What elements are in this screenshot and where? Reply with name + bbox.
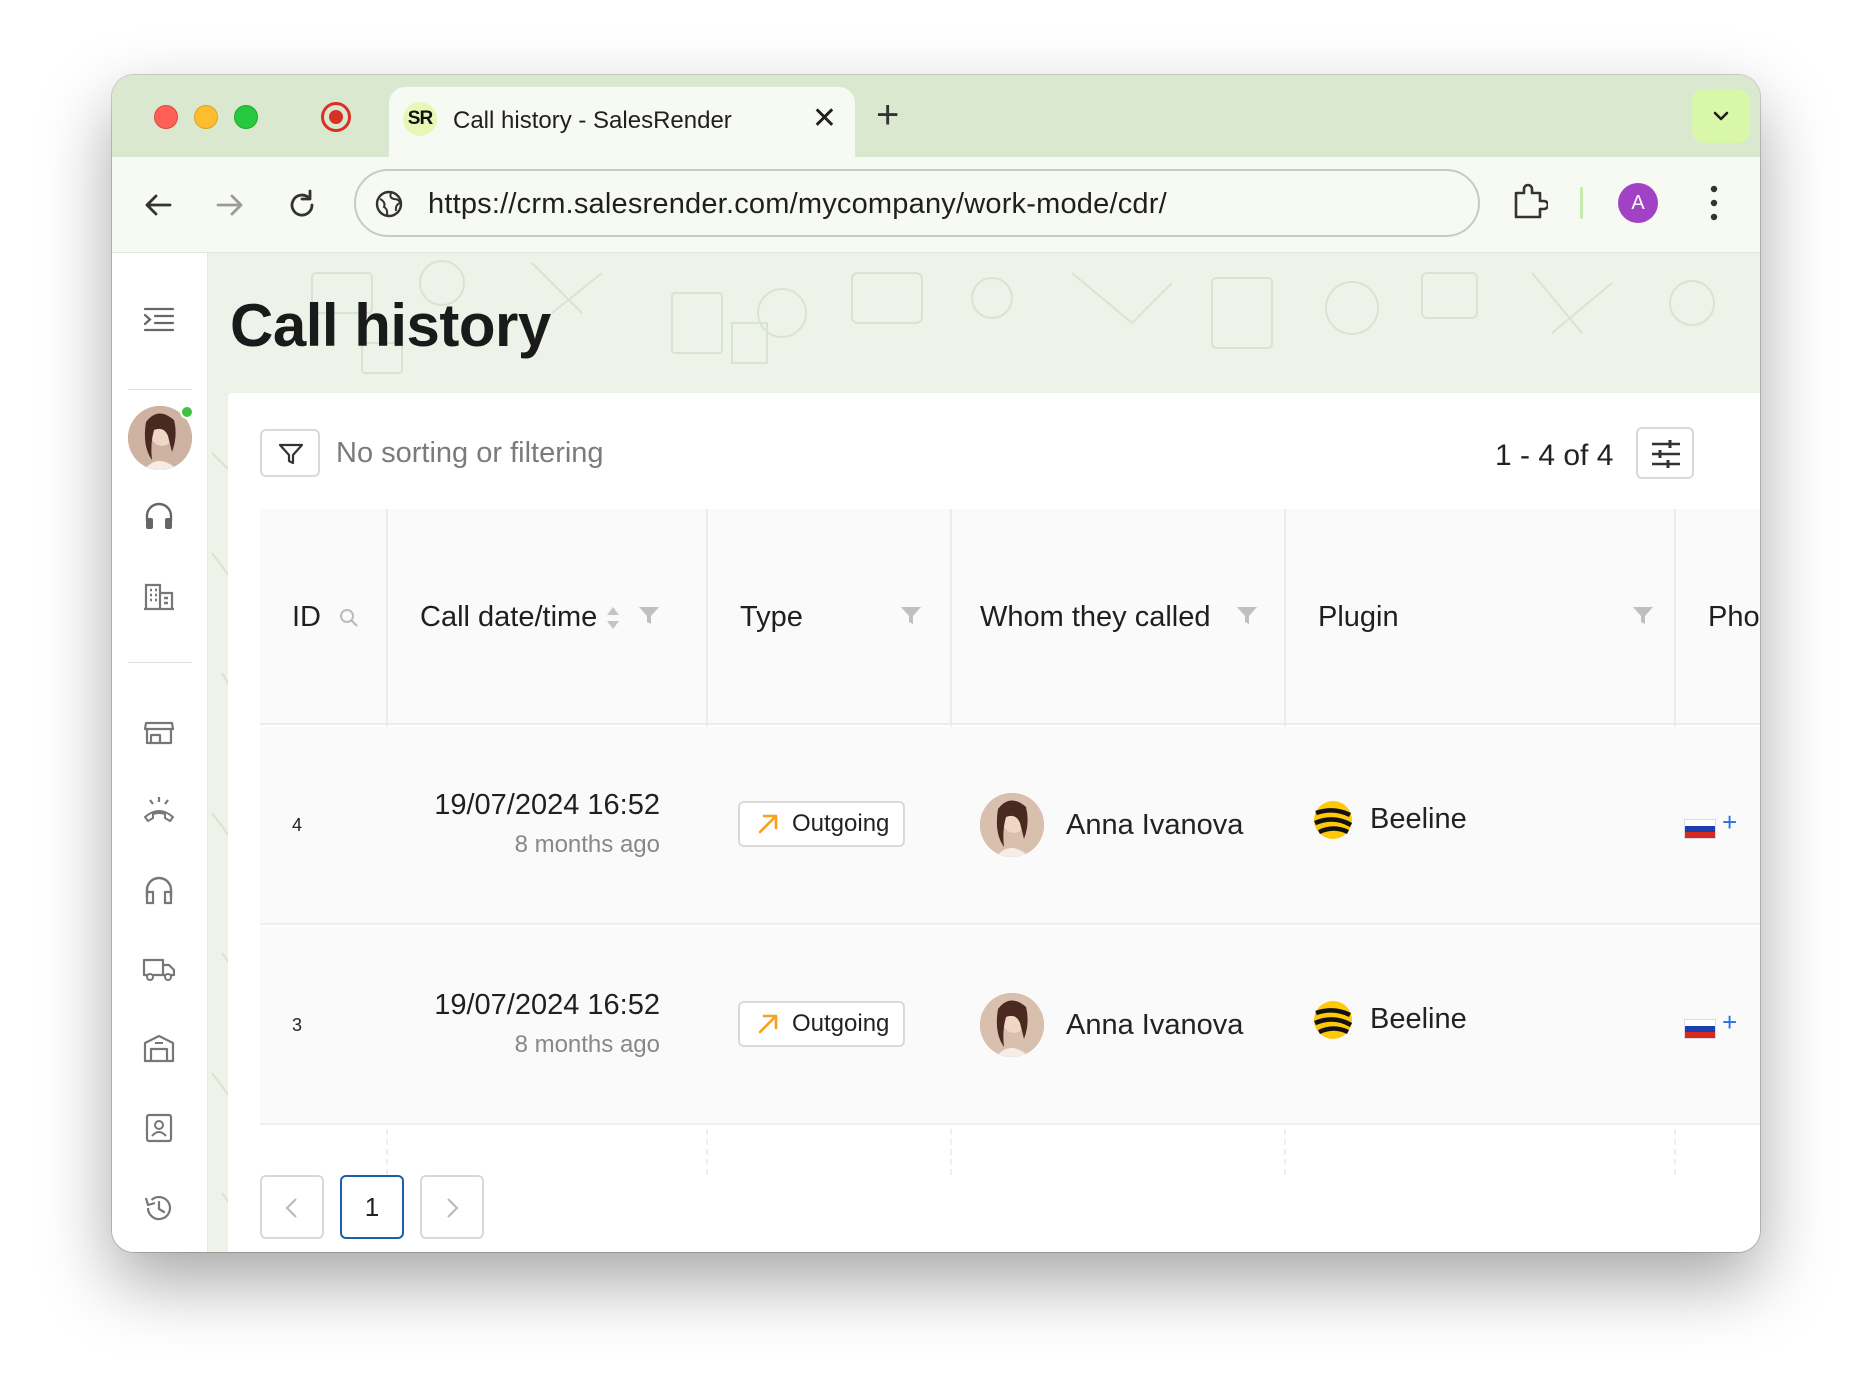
contact-card-icon[interactable] <box>142 1111 176 1145</box>
sidebar-divider <box>128 662 192 663</box>
call-date: 19/07/2024 16:52 <box>434 789 660 821</box>
forward-arrow-icon[interactable] <box>212 187 248 223</box>
headphones-icon[interactable] <box>142 873 176 907</box>
column-type[interactable]: Type <box>708 509 950 725</box>
call-date: 19/07/2024 16:52 <box>434 989 660 1021</box>
tab-call-history[interactable]: SR Call history - SalesRender ✕ <box>389 87 855 157</box>
chevron-right-icon <box>447 1198 459 1218</box>
phone-number[interactable]: + <box>1722 807 1737 838</box>
salesrender-favicon-icon: SR <box>403 102 437 136</box>
call-id: 3 <box>292 1015 303 1035</box>
column-filter-icon[interactable] <box>1632 605 1654 627</box>
phone-number[interactable]: + <box>1722 1007 1737 1038</box>
building-icon[interactable] <box>142 579 176 613</box>
call-type-tag: Outgoing <box>738 801 906 847</box>
page-title: Call history <box>230 292 551 359</box>
filter-status-text: No sorting or filtering <box>336 437 604 469</box>
new-tab-button[interactable]: + <box>876 95 899 135</box>
tab-strip: SR Call history - SalesRender ✕ + <box>112 75 1760 157</box>
person-name[interactable]: Anna Ivanova <box>1066 1009 1243 1042</box>
close-window-button[interactable] <box>154 105 178 129</box>
page-number: 1 <box>364 1192 380 1222</box>
column-header-label: Call date/time <box>420 601 598 633</box>
online-status-dot <box>180 405 194 419</box>
call-end-icon[interactable] <box>142 793 176 827</box>
call-relative-time: 8 months ago <box>514 1031 660 1058</box>
browser-toolbar: https://crm.salesrender.com/mycompany/wo… <box>112 157 1760 253</box>
call-type-label: Outgoing <box>792 810 890 837</box>
outgoing-arrow-icon <box>758 814 778 834</box>
column-id[interactable]: ID <box>260 509 386 725</box>
menu-collapse-icon[interactable] <box>142 303 176 337</box>
back-arrow-icon[interactable] <box>140 187 176 223</box>
sidebar <box>112 253 208 1252</box>
sliders-icon <box>1652 440 1680 468</box>
russia-flag-icon <box>1684 1019 1716 1039</box>
headset-icon[interactable] <box>142 499 176 533</box>
toolbar-separator <box>1580 187 1583 219</box>
table-row[interactable]: 4 19/07/2024 16:52 8 months ago Outgoing… <box>260 727 1760 925</box>
plugin-name: Beeline <box>1370 1003 1467 1035</box>
url-text[interactable]: https://crm.salesrender.com/mycompany/wo… <box>428 188 1167 221</box>
address-bar[interactable]: https://crm.salesrender.com/mycompany/wo… <box>354 169 1480 237</box>
app-area: Call history No sorting or filtering 1 -… <box>112 253 1760 1252</box>
beeline-logo-icon <box>1314 1001 1353 1039</box>
prev-page-button[interactable] <box>260 1175 324 1239</box>
table-header: ID Call date/time Type Whom they called … <box>260 509 1760 725</box>
tab-close-icon[interactable]: ✕ <box>812 101 837 137</box>
table-row[interactable]: 3 19/07/2024 16:52 8 months ago Outgoing… <box>260 927 1760 1125</box>
page-button-current[interactable]: 1 <box>340 1175 404 1239</box>
kebab-menu-icon[interactable] <box>1708 181 1720 225</box>
call-id: 4 <box>292 815 303 835</box>
column-filter-icon[interactable] <box>900 605 922 627</box>
browser-window: SR Call history - SalesRender ✕ + https:… <box>112 75 1760 1252</box>
column-header-label: Pho <box>1708 601 1760 633</box>
truck-icon[interactable] <box>142 951 176 985</box>
reload-icon[interactable] <box>284 187 320 223</box>
warehouse-icon[interactable] <box>142 1031 176 1065</box>
maximize-window-button[interactable] <box>234 105 258 129</box>
call-relative-time: 8 months ago <box>514 831 660 858</box>
column-header-label: Type <box>740 601 803 633</box>
profile-avatar[interactable]: A <box>1618 183 1658 223</box>
call-type-tag: Outgoing <box>738 1001 906 1047</box>
column-plugin[interactable]: Plugin <box>1286 509 1676 725</box>
beeline-logo-icon <box>1314 801 1353 839</box>
column-header-label: Plugin <box>1318 601 1399 633</box>
plugin-name: Beeline <box>1370 803 1467 835</box>
column-header-label: ID <box>292 601 321 633</box>
sort-icon[interactable] <box>604 603 622 633</box>
tab-title: Call history - SalesRender <box>453 107 732 134</box>
person-avatar <box>980 993 1044 1057</box>
russia-flag-icon <box>1684 819 1716 839</box>
column-phone[interactable]: Pho <box>1676 509 1760 725</box>
next-page-button[interactable] <box>420 1175 484 1239</box>
search-icon[interactable] <box>338 607 360 629</box>
tab-search-button[interactable] <box>1692 89 1750 143</box>
outgoing-arrow-icon <box>758 1014 778 1034</box>
recording-icon[interactable] <box>321 102 351 132</box>
call-history-card: No sorting or filtering 1 - 4 of 4 ID Ca… <box>228 393 1760 1252</box>
site-info-icon[interactable] <box>374 189 404 219</box>
column-whom-called[interactable]: Whom they called <box>952 509 1286 725</box>
column-filter-icon[interactable] <box>638 605 660 627</box>
minimize-window-button[interactable] <box>194 105 218 129</box>
table-settings-button[interactable] <box>1636 427 1694 479</box>
extensions-icon[interactable] <box>1512 181 1548 221</box>
filter-icon <box>278 443 304 465</box>
chevron-down-icon <box>1713 111 1729 121</box>
column-header-label: Whom they called <box>980 601 1211 633</box>
chevron-left-icon <box>285 1198 297 1218</box>
records-range: 1 - 4 of 4 <box>1495 439 1614 472</box>
filter-button[interactable] <box>260 429 320 477</box>
column-filter-icon[interactable] <box>1236 605 1258 627</box>
column-call-datetime[interactable]: Call date/time <box>388 509 706 725</box>
store-icon[interactable] <box>142 715 176 749</box>
person-avatar <box>980 793 1044 857</box>
person-name[interactable]: Anna Ivanova <box>1066 809 1243 842</box>
history-icon[interactable] <box>142 1191 176 1225</box>
sidebar-divider <box>128 389 192 390</box>
call-type-label: Outgoing <box>792 1010 890 1037</box>
